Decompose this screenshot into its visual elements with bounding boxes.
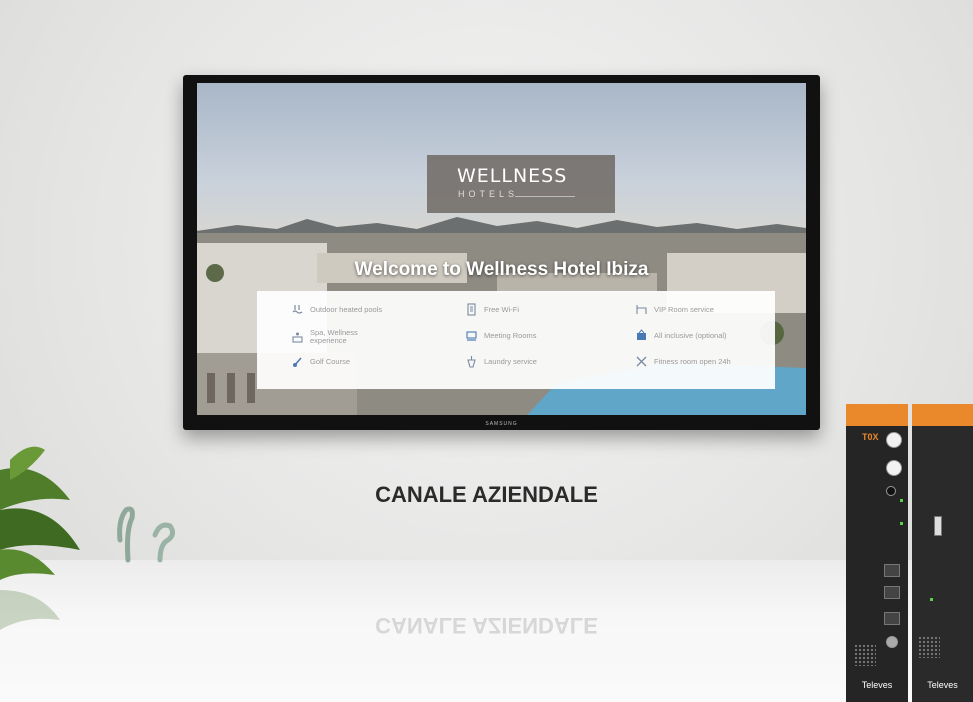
headend-device: T0X Televes Televes	[846, 404, 973, 702]
all-inclusive-icon	[637, 329, 646, 340]
amenity-label: Laundry service	[484, 356, 537, 366]
amenity-label: Free Wi-Fi	[484, 304, 519, 314]
module-brand: Televes	[927, 680, 958, 690]
amenity-label: Meeting Rooms	[484, 330, 537, 340]
ethernet-port	[884, 612, 900, 625]
television: WELLNESS HOTELS Welcome to Wellness Hote…	[183, 75, 820, 430]
amenity-item: Meeting Rooms	[465, 329, 564, 342]
fitness-icon	[636, 356, 647, 367]
amenity-item: All inclusive (optional)	[635, 329, 734, 342]
module-brand: Televes	[861, 680, 893, 690]
module-top-label	[846, 404, 908, 426]
amenity-item: VIP Room service	[635, 303, 734, 316]
amenity-item: Spa, Wellness experience	[291, 329, 390, 345]
amenity-label: Fitness room open 24h	[654, 356, 731, 366]
logo-sub-text: HOTELS	[458, 189, 519, 199]
laundry-icon	[467, 356, 476, 368]
amenity-item: Outdoor heated pools	[291, 303, 390, 316]
hotel-logo: WELLNESS HOTELS	[427, 155, 615, 213]
usb-port	[934, 516, 942, 536]
logo-divider	[515, 196, 575, 197]
amenity-label: All inclusive (optional)	[654, 330, 727, 340]
room-service-icon	[636, 305, 647, 314]
connector-knob	[886, 460, 902, 476]
spa-icon	[292, 332, 303, 343]
ethernet-port	[884, 586, 900, 599]
amenity-label: Golf Course	[310, 356, 351, 366]
rf-connector	[886, 636, 898, 648]
module-logo: T0X	[862, 432, 879, 442]
ip-module: Televes	[912, 404, 973, 702]
amenity-label: Spa, Wellness experience	[310, 328, 358, 345]
status-led	[930, 598, 933, 601]
ethernet-port	[884, 564, 900, 577]
meeting-icon	[466, 331, 477, 341]
amenity-label: VIP Room service	[654, 304, 714, 314]
vent-grid	[854, 644, 876, 666]
module-top-label	[912, 404, 973, 426]
logo-main-text: WELLNESS	[457, 165, 568, 187]
amenities-panel: Outdoor heated pools Spa, Wellness exper…	[257, 291, 775, 389]
amenity-label: Outdoor heated pools	[310, 304, 383, 314]
amenity-item: Golf Course	[291, 355, 390, 368]
power-jack	[886, 486, 896, 496]
tv-brand-logo: SAMSUNG	[485, 421, 518, 427]
amenity-item: Laundry service	[465, 355, 564, 368]
vent-grid	[918, 636, 940, 658]
encoder-module: T0X Televes	[846, 404, 908, 702]
plant-decoration	[0, 446, 176, 630]
wifi-icon	[467, 303, 476, 316]
tv-screen: WELLNESS HOTELS Welcome to Wellness Hote…	[197, 83, 806, 415]
amenity-item: Fitness room open 24h	[635, 355, 734, 368]
pool-icon	[292, 305, 303, 314]
golf-icon	[293, 357, 302, 367]
welcome-title: Welcome to Wellness Hotel Ibiza	[354, 259, 649, 280]
status-led	[900, 499, 903, 502]
amenity-item: Free Wi-Fi	[465, 303, 564, 316]
status-led	[900, 522, 903, 525]
connector-knob	[886, 432, 902, 448]
